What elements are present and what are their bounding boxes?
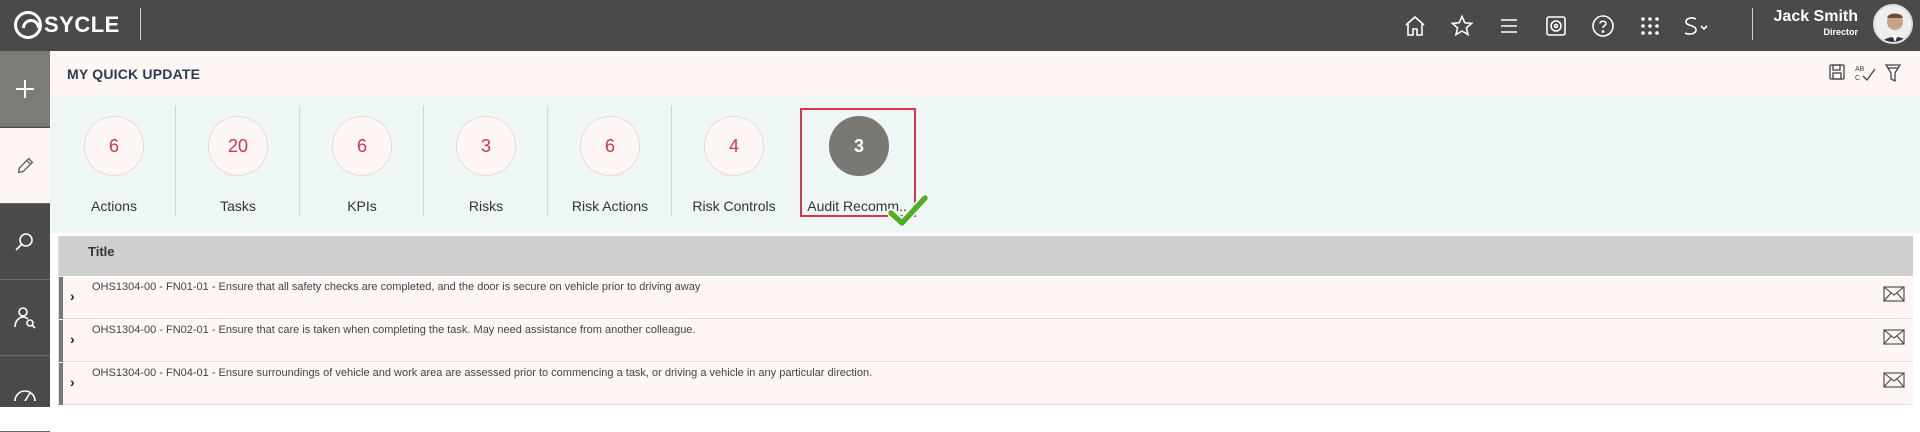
top-icon-group [1391, 0, 1720, 51]
apps-grid-icon[interactable] [1626, 0, 1673, 51]
row-status-bar [59, 277, 63, 319]
tile-count: 4 [704, 116, 764, 176]
mail-icon[interactable] [1883, 372, 1905, 393]
avatar[interactable] [1873, 4, 1913, 44]
gauge-icon [14, 389, 36, 401]
quick-update-nav[interactable] [0, 128, 50, 204]
save-icon[interactable] [1828, 63, 1846, 88]
user-search-icon [14, 306, 36, 329]
top-navigation-bar: SYCLE Jack Smith Director [0, 0, 1920, 51]
quick-update-tiles: 6 Actions 20 Tasks 6 KPIs 3 Risks 6 Risk… [50, 96, 1920, 233]
star-icon[interactable] [1438, 0, 1485, 51]
tile-risks[interactable]: 3 Risks [424, 106, 548, 224]
topbar-divider [140, 8, 141, 40]
topbar-divider-right [1752, 8, 1753, 40]
search-icon [15, 232, 33, 251]
chevron-right-icon[interactable]: › [70, 331, 75, 347]
menu-icon[interactable] [1485, 0, 1532, 51]
tile-count: 20 [208, 116, 268, 176]
sycle-switch-icon[interactable] [1673, 0, 1720, 51]
row-title: OHS1304-00 - FN01-01 - Ensure that all s… [92, 281, 701, 293]
tile-risk-actions[interactable]: 6 Risk Actions [548, 106, 672, 224]
add-button[interactable] [0, 51, 50, 127]
chevron-right-icon[interactable]: › [70, 374, 75, 390]
filter-icon[interactable] [1884, 63, 1902, 88]
audit-recommendations-table: Title › OHS1304-00 - FN01-01 - Ensure th… [58, 236, 1913, 407]
mail-icon[interactable] [1883, 329, 1905, 350]
page-tools: AB C [1828, 63, 1902, 88]
svg-text:C: C [1855, 75, 1860, 82]
chevron-right-icon[interactable]: › [70, 288, 75, 304]
sycle-logo[interactable]: SYCLE [14, 11, 120, 39]
user-name[interactable]: Jack Smith [1774, 8, 1858, 26]
table-row[interactable]: › OHS1304-00 - FN02-01 - Ensure that car… [59, 320, 1913, 362]
pencil-icon [17, 157, 34, 173]
search-nav[interactable] [0, 204, 50, 280]
left-rail [0, 51, 50, 432]
user-role: Director [1823, 27, 1858, 37]
mail-icon[interactable] [1883, 286, 1905, 307]
page-title: MY QUICK UPDATE [67, 66, 201, 82]
tile-label: Actions [91, 198, 137, 214]
add-icon [16, 79, 34, 98]
table-row[interactable]: › OHS1304-00 - FN04-01 - Ensure surround… [59, 363, 1913, 405]
help-icon[interactable] [1579, 0, 1626, 51]
table-header: Title [59, 236, 1913, 276]
table-row[interactable]: › OHS1304-00 - FN01-01 - Ensure that all… [59, 277, 1913, 319]
tile-label: Risks [468, 198, 504, 214]
row-title: OHS1304-00 - FN04-01 - Ensure surroundin… [92, 367, 873, 379]
tile-tasks[interactable]: 20 Tasks [176, 106, 300, 224]
dashboard-nav[interactable] [0, 356, 50, 432]
tile-risk-controls[interactable]: 4 Risk Controls [672, 106, 796, 224]
row-status-bar [59, 320, 63, 362]
home-icon[interactable] [1391, 0, 1438, 51]
tile-kpis[interactable]: 6 KPIs [300, 106, 424, 224]
target-icon[interactable] [1532, 0, 1579, 51]
tile-count: 3 [456, 116, 516, 176]
row-status-bar [59, 363, 63, 405]
checkmark-icon [888, 193, 928, 228]
page-header: MY QUICK UPDATE AB C [50, 51, 1920, 96]
svg-text:AB: AB [1855, 66, 1865, 73]
column-header-title[interactable]: Title [88, 244, 115, 259]
tile-count: 6 [332, 116, 392, 176]
tile-count: 6 [84, 116, 144, 176]
tile-label: Risk Actions [571, 198, 649, 214]
spellcheck-icon[interactable]: AB C [1854, 63, 1876, 88]
user-search-nav[interactable] [0, 280, 50, 356]
tile-actions[interactable]: 6 Actions [52, 106, 176, 224]
tile-label: Tasks [220, 198, 256, 214]
logo-text: SYCLE [44, 12, 120, 37]
sycle-logo-icon [14, 11, 42, 39]
tile-label: KPIs [347, 198, 377, 214]
row-title: OHS1304-00 - FN02-01 - Ensure that care … [92, 324, 696, 336]
tile-count: 6 [580, 116, 640, 176]
tile-label: Risk Controls [692, 198, 776, 214]
